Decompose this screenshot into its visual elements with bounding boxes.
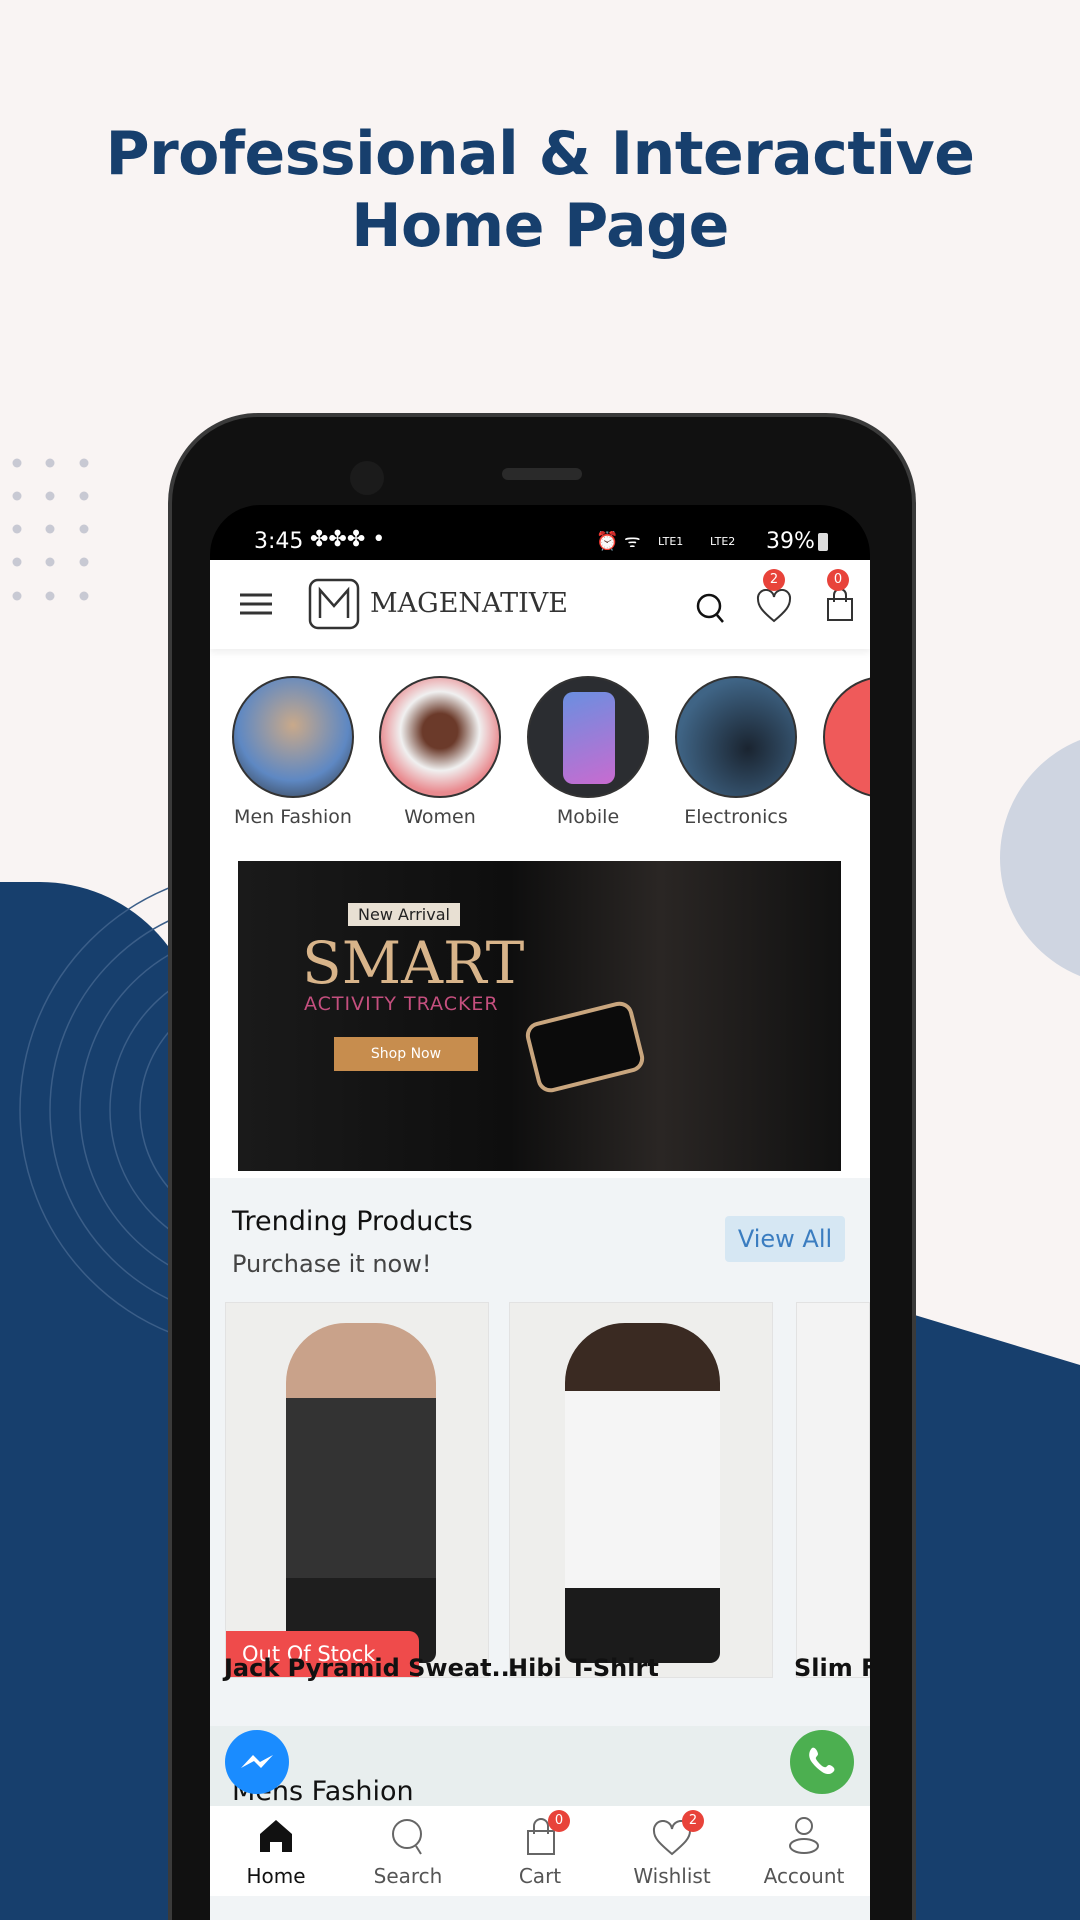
nav-search[interactable]: Search — [342, 1806, 474, 1896]
brand-name[interactable]: MAGENATIVE — [370, 588, 568, 619]
smartwatch-image — [522, 998, 648, 1096]
category-image — [232, 676, 354, 798]
app-header: MAGENATIVE 2 0 — [210, 560, 870, 649]
mens-fashion-section: Mens Fashion — [210, 1726, 870, 1807]
nav-cart[interactable]: 0 Cart — [474, 1806, 606, 1896]
category-label: M — [822, 806, 870, 828]
category-image — [823, 676, 870, 798]
background-circle — [1000, 740, 1080, 976]
nav-label: Account — [763, 1864, 845, 1888]
menu-icon[interactable] — [240, 592, 272, 620]
shop-now-button[interactable]: Shop Now — [334, 1037, 478, 1071]
category-electronics[interactable]: Electronics — [674, 676, 798, 828]
product-card[interactable]: Out Of Stock — [225, 1302, 489, 1678]
page-headline: Professional & Interactive Home Page — [0, 118, 1080, 262]
nav-account[interactable]: Account — [738, 1806, 870, 1896]
nav-home[interactable]: Home — [210, 1806, 342, 1896]
app: MAGENATIVE 2 0 Men Fashion Women Mobile … — [210, 560, 870, 1920]
bottom-nav: Home Search 0 Cart 2 Wishlist Account — [210, 1806, 870, 1896]
alarm-wifi-icons: ⏰ ᯤ — [596, 531, 641, 552]
product-card[interactable] — [796, 1302, 870, 1678]
category-women[interactable]: Women — [378, 676, 502, 828]
wishlist-badge: 2 — [763, 569, 785, 591]
category-label: Electronics — [684, 806, 788, 828]
messenger-button[interactable] — [225, 1730, 289, 1794]
user-icon — [789, 1817, 819, 1854]
product-name[interactable]: Jack Pyramid Sweat... — [224, 1654, 519, 1682]
decorative-dots — [12, 458, 102, 612]
sim2-label: LTE2 — [710, 535, 736, 548]
category-image — [379, 676, 501, 798]
view-all-button[interactable]: View All — [725, 1216, 845, 1262]
category-image — [675, 676, 797, 798]
category-label: Mobile — [556, 806, 620, 828]
search-icon[interactable] — [695, 592, 725, 628]
wishlist-icon[interactable] — [756, 588, 792, 627]
nav-wishlist[interactable]: 2 Wishlist — [606, 1806, 738, 1896]
cart-icon[interactable] — [826, 588, 854, 626]
category-more[interactable]: M — [822, 676, 870, 828]
banner-subtitle: ACTIVITY TRACKER — [304, 993, 499, 1015]
battery-level: 39% — [766, 529, 815, 554]
nav-label: Search — [373, 1864, 443, 1888]
banner-tag: New Arrival — [348, 903, 460, 926]
status-bar: 3:45 ✤✤✤ • ⏰ ᯤ LTE1 LTE2 39% — [210, 505, 870, 560]
nav-label: Wishlist — [633, 1864, 711, 1888]
whatsapp-button[interactable] — [790, 1730, 854, 1794]
banner-title: SMART — [302, 929, 525, 997]
product-name[interactable]: Slim F — [794, 1654, 870, 1682]
category-label: Men Fashion — [234, 806, 352, 828]
headline-line-2: Home Page — [351, 191, 729, 261]
headline-line-1: Professional & Interactive — [105, 119, 975, 189]
notification-icons: ✤✤✤ • — [310, 527, 386, 552]
product-name[interactable]: Hibi T-Shirt — [508, 1654, 659, 1682]
product-card[interactable] — [509, 1302, 773, 1678]
sim1-label: LTE1 — [658, 535, 684, 548]
category-men-fashion[interactable]: Men Fashion — [231, 676, 355, 828]
search-icon — [392, 1819, 422, 1855]
brand-logo-icon[interactable] — [308, 578, 360, 634]
battery-icon — [818, 533, 828, 551]
promo-banner[interactable]: New Arrival SMART ACTIVITY TRACKER Shop … — [238, 861, 841, 1171]
product-image — [565, 1323, 720, 1663]
category-label: Women — [404, 806, 476, 828]
wishlist-badge: 2 — [682, 1810, 704, 1832]
category-image — [527, 676, 649, 798]
cart-badge: 0 — [827, 569, 849, 591]
section-subtitle: Purchase it now! — [232, 1250, 432, 1278]
cart-badge: 0 — [548, 1810, 570, 1832]
camera — [350, 461, 384, 495]
speaker — [502, 468, 582, 480]
nav-label: Home — [246, 1864, 306, 1888]
nav-label: Cart — [518, 1864, 562, 1888]
category-mobile[interactable]: Mobile — [526, 676, 650, 828]
home-icon — [260, 1820, 292, 1852]
product-image — [286, 1323, 436, 1663]
phone-screen: 3:45 ✤✤✤ • ⏰ ᯤ LTE1 LTE2 39% MAGENATIVE … — [210, 505, 870, 1920]
section-title: Trending Products — [232, 1206, 473, 1237]
status-time: 3:45 — [254, 529, 304, 554]
